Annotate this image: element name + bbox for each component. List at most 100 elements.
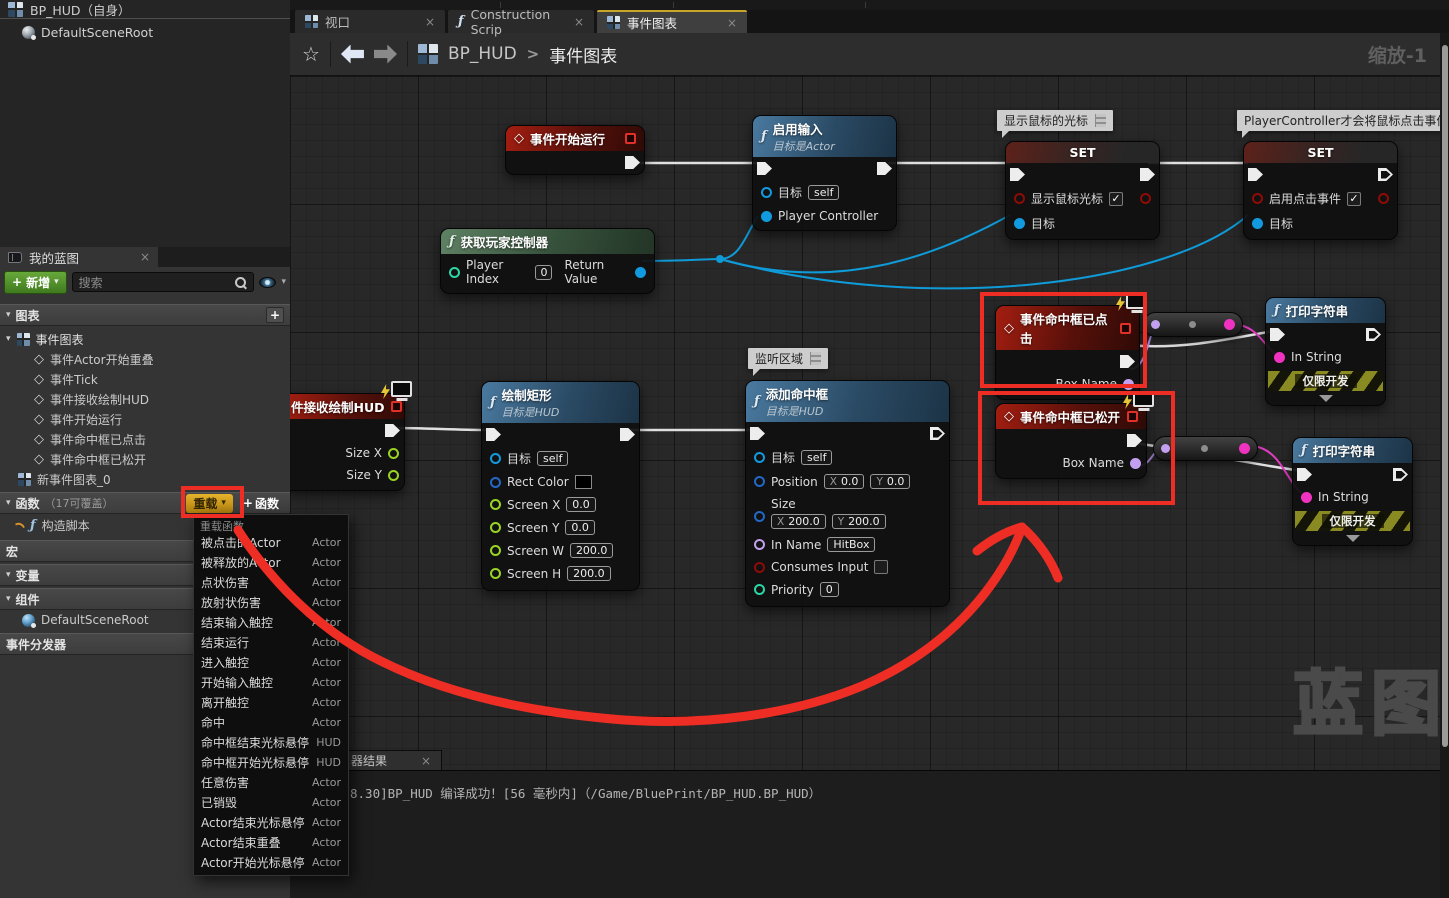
node-header[interactable]: ƒ 添加命中框 目标是HUD (746, 381, 949, 422)
target-value[interactable]: self (537, 451, 568, 466)
tab-event-graph[interactable]: 事件图表 × (597, 10, 747, 33)
section-header-graphs[interactable]: ▾ 图表 + (0, 304, 290, 326)
in-name-pin[interactable] (754, 539, 765, 550)
name-to-string-conversion-node[interactable] (1143, 312, 1243, 337)
exec-in-pin[interactable] (750, 427, 765, 440)
screen-x-value[interactable]: 0.0 (566, 497, 596, 512)
node-event-hit-box-click[interactable]: ◇ 事件命中框已点击 Box Name (995, 305, 1140, 400)
menu-item[interactable]: 放射状伤害Actor (194, 592, 348, 612)
exec-in-pin[interactable] (1248, 168, 1263, 181)
favorite-star-icon[interactable]: ☆ (302, 44, 320, 64)
menu-item[interactable]: 命中框开始光标悬停HUD (194, 752, 348, 772)
menu-item[interactable]: 进入触控Actor (194, 652, 348, 672)
position-y-value[interactable]: 0.0 (887, 475, 905, 488)
screen-w-value[interactable]: 200.0 (570, 543, 614, 558)
forward-arrow-icon[interactable] (374, 45, 397, 64)
target-pin[interactable] (1252, 218, 1263, 229)
comment-bubble-listen-area[interactable]: 监听区域 (748, 348, 828, 369)
node-header[interactable]: ƒ 获取玩家控制器 (441, 229, 654, 254)
tree-item-new-event-graph[interactable]: 新事件图表_0 (0, 469, 290, 489)
exec-out-pin[interactable] (1366, 328, 1381, 341)
screen-y-pin[interactable] (490, 522, 501, 533)
tab-viewport[interactable]: 视口 × (295, 10, 445, 33)
node-draw-rect[interactable]: ƒ 绘制矩形 目标是HUD 目标 self Rect Color (481, 381, 640, 591)
menu-item[interactable]: 被释放的ActorActor (194, 552, 348, 572)
size-y-value[interactable]: 200.0 (848, 515, 880, 528)
comment-bubble-show-cursor[interactable]: 显示鼠标的光标 (997, 110, 1113, 131)
collapse-arrow-icon[interactable] (1319, 395, 1333, 402)
node-header[interactable]: ƒ 启用输入 目标是Actor (753, 116, 896, 157)
target-value[interactable]: self (801, 450, 832, 465)
exec-out-pin[interactable] (1378, 168, 1393, 181)
close-icon[interactable]: × (574, 16, 584, 28)
menu-item[interactable]: 任意伤害Actor (194, 772, 348, 792)
exec-out-pin[interactable] (1393, 468, 1408, 481)
tree-item-event[interactable]: ◇ 事件开始运行 (0, 409, 290, 429)
exec-out-pin[interactable] (930, 427, 945, 440)
node-add-hit-box[interactable]: ƒ 添加命中框 目标是HUD 目标 self Position X0.0 Y0.… (745, 380, 950, 607)
position-x-value[interactable]: 0.0 (841, 475, 859, 488)
size-pin[interactable] (754, 511, 765, 522)
exec-out-pin[interactable] (877, 162, 892, 175)
node-set-show-mouse-cursor[interactable]: SET 显示鼠标光标 ✓ 目标 (1005, 141, 1160, 240)
tree-item-event-graph[interactable]: ▾ 事件图表 (0, 329, 290, 349)
comment-bubble-click-events[interactable]: PlayerController才会将鼠标点击事件 (1237, 110, 1449, 131)
node-event-begin-play[interactable]: ◇ 事件开始运行 (505, 125, 645, 175)
return-value-pin[interactable] (635, 267, 646, 278)
node-print-string-2[interactable]: ƒ 打印字符串 In String 仅限开发 (1292, 437, 1413, 546)
tab-construction-script[interactable]: ƒ Construction Scrip × (448, 10, 594, 33)
in-string-pin[interactable] (1274, 352, 1285, 363)
exec-out-pin[interactable] (620, 428, 635, 441)
screen-h-pin[interactable] (490, 568, 501, 579)
exec-out-pin[interactable] (1140, 168, 1155, 181)
component-row-default-scene-root[interactable]: DefaultSceneRoot (0, 19, 290, 40)
node-header[interactable]: ◇ 事件开始运行 (506, 126, 644, 151)
screen-x-pin[interactable] (490, 499, 501, 510)
priority-pin[interactable] (754, 584, 765, 595)
exec-out-pin[interactable] (1120, 355, 1135, 368)
close-icon[interactable]: × (425, 16, 435, 28)
comment-pin-icon[interactable] (1095, 114, 1106, 127)
priority-value[interactable]: 0 (820, 582, 839, 597)
debug-breakpoint-icon[interactable] (625, 133, 636, 144)
node-header[interactable]: ƒ 打印字符串 (1266, 298, 1385, 323)
target-pin[interactable] (490, 453, 501, 464)
size-x-value[interactable]: 200.0 (788, 515, 820, 528)
player-index-pin[interactable] (449, 267, 460, 278)
target-pin[interactable] (1014, 218, 1025, 229)
menu-item[interactable]: 结束运行Actor (194, 632, 348, 652)
chevron-down-icon[interactable]: ▾ (281, 277, 286, 287)
breadcrumb-root[interactable]: BP_HUD (448, 44, 517, 64)
size-y-pin[interactable] (388, 470, 399, 481)
tree-item-event[interactable]: ◇ 事件命中框已松开 (0, 449, 290, 469)
close-icon[interactable]: × (421, 755, 431, 767)
screen-w-pin[interactable] (490, 545, 501, 556)
target-value[interactable]: self (808, 185, 839, 200)
node-header[interactable]: SET (1006, 142, 1159, 163)
box-name-pin[interactable] (1130, 458, 1141, 469)
bool-out-pin[interactable] (1140, 193, 1151, 204)
name-in-pin[interactable] (1161, 444, 1170, 453)
search-input[interactable]: 搜索 (72, 272, 255, 292)
checkbox-unchecked[interactable] (874, 560, 888, 574)
checkbox-checked[interactable]: ✓ (1109, 192, 1123, 206)
menu-item[interactable]: Actor开始光标悬停Actor (194, 852, 348, 872)
menu-item[interactable]: 已销毁Actor (194, 792, 348, 812)
add-function-button[interactable]: + 函数 (238, 494, 284, 513)
node-event-hit-box-release[interactable]: ◇ 事件命中框已松开 Box Name (995, 403, 1147, 479)
exec-in-pin[interactable] (1010, 168, 1025, 181)
menu-item[interactable]: 结束输入触控Actor (194, 612, 348, 632)
tab-my-blueprint[interactable]: 我的蓝图 × (0, 247, 158, 267)
string-out-pin[interactable] (1239, 443, 1250, 454)
expander-icon[interactable]: ▾ (6, 310, 11, 320)
debug-breakpoint-icon[interactable] (1127, 411, 1138, 422)
exec-in-pin[interactable] (486, 428, 501, 441)
node-header[interactable]: ◇ 事件命中框已点击 (996, 306, 1139, 350)
screen-h-value[interactable]: 200.0 (567, 566, 611, 581)
screen-y-value[interactable]: 0.0 (565, 520, 595, 535)
node-header[interactable]: ƒ 打印字符串 (1293, 438, 1412, 463)
menu-item[interactable]: 点状伤害Actor (194, 572, 348, 592)
node-header[interactable]: SET (1244, 142, 1397, 163)
tree-item-event[interactable]: ◇ 事件命中框已点击 (0, 429, 290, 449)
expander-icon[interactable]: ▾ (6, 334, 11, 344)
